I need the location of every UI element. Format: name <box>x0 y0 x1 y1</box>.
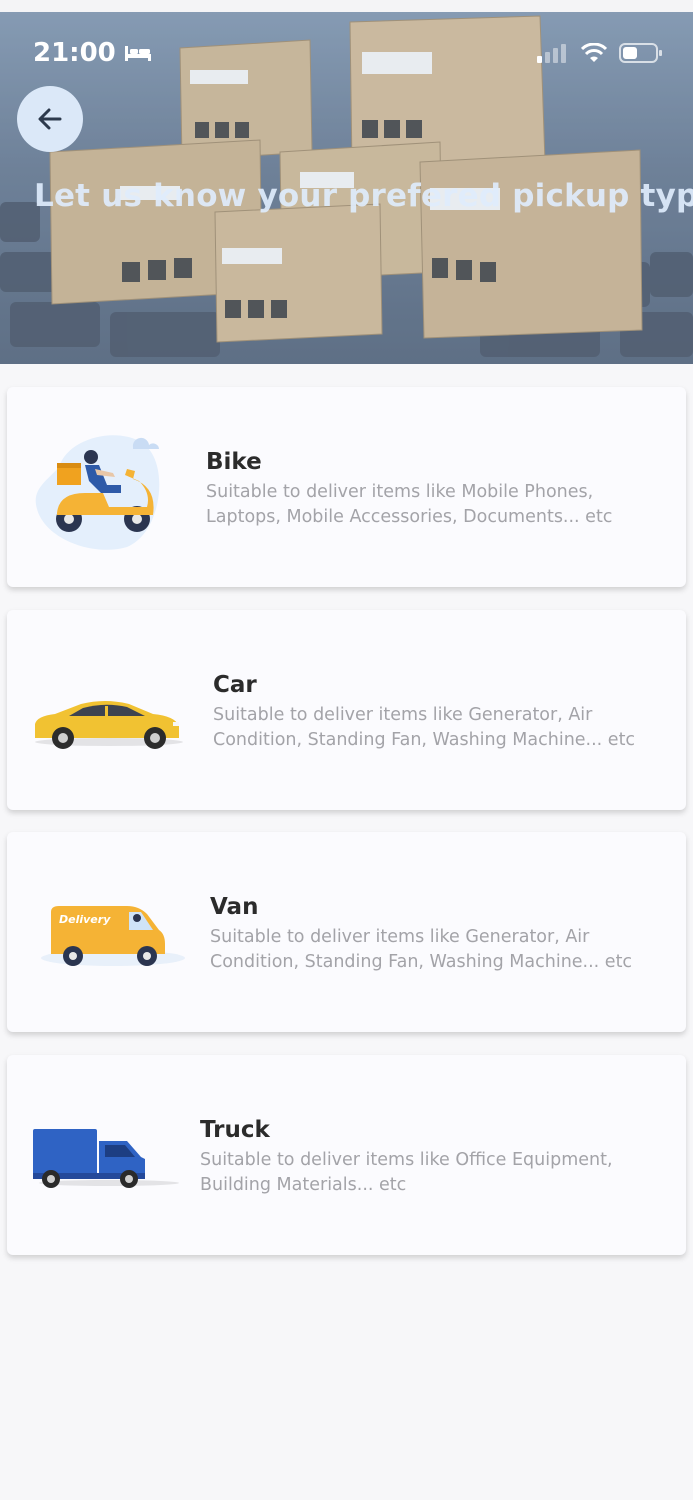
pickup-option-name: Truck <box>200 1117 270 1143</box>
status-indicators <box>537 42 663 64</box>
pickup-option-bike[interactable]: Bike Suitable to deliver items like Mobi… <box>7 387 686 587</box>
bike-rider-illustration <box>35 435 160 550</box>
delivery-van-illustration: Delivery <box>41 906 185 966</box>
pickup-option-description: Suitable to deliver items like Mobile Ph… <box>206 482 613 527</box>
arrow-left-icon <box>38 108 62 130</box>
signal-icon <box>537 44 566 63</box>
battery-icon <box>619 43 662 63</box>
bed-icon <box>124 46 151 61</box>
pickup-option-description: Suitable to deliver items like Office Eq… <box>200 1150 613 1195</box>
pickup-option-description: Suitable to deliver items like Generator… <box>210 927 633 972</box>
pickup-option-name: Van <box>210 894 259 920</box>
car-illustration <box>35 701 183 749</box>
pickup-option-van[interactable]: Delivery Van Suitable to deliver items l… <box>7 832 686 1032</box>
status-time-text: 21:00 <box>33 38 116 68</box>
page-title: Let us know your prefered pickup type. <box>34 178 693 214</box>
back-button[interactable] <box>17 86 83 152</box>
pickup-option-name: Bike <box>206 449 262 475</box>
van-logo-text: Delivery <box>59 913 111 926</box>
top-strip <box>0 0 693 12</box>
pickup-option-car[interactable]: Car Suitable to deliver items like Gener… <box>7 610 686 810</box>
wifi-icon <box>581 43 607 62</box>
header-banner: 21:00 Let us know your prefered pickup t… <box>0 12 693 364</box>
status-time: 21:00 <box>33 38 152 68</box>
pickup-option-description: Suitable to deliver items like Generator… <box>213 705 636 750</box>
pickup-option-truck[interactable]: Truck Suitable to deliver items like Off… <box>7 1055 686 1255</box>
truck-illustration <box>33 1129 179 1188</box>
pickup-option-name: Car <box>213 672 257 698</box>
